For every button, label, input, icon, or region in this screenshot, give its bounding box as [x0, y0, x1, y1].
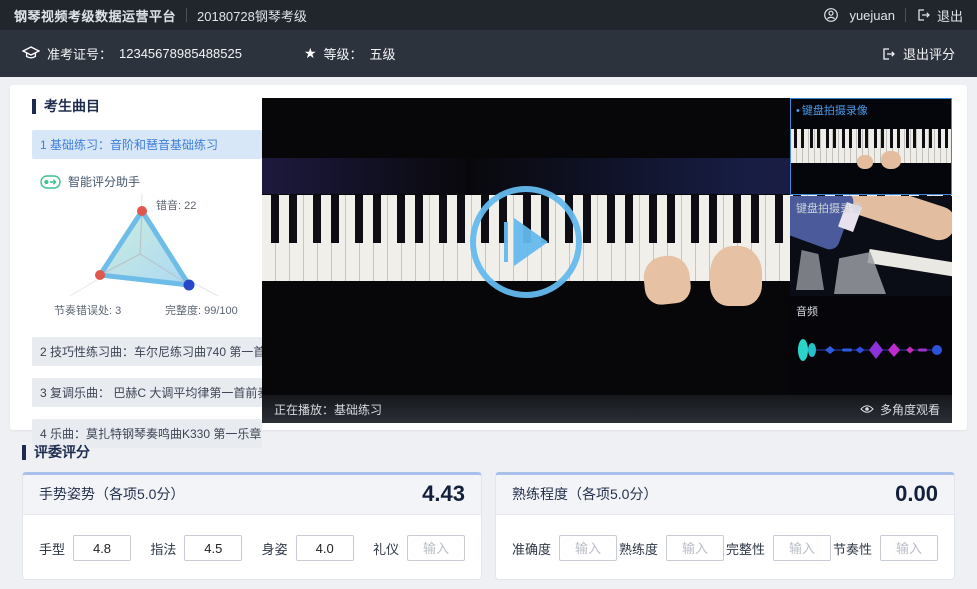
- judge-scoring-section: 评委评分 手势姿势（各项5.0分） 4.43 手型 指法 身姿: [22, 445, 955, 580]
- rhythm-input[interactable]: [880, 535, 938, 561]
- right-hand-graphic: [710, 246, 762, 306]
- level-value: 五级: [370, 44, 396, 63]
- play-button[interactable]: [470, 186, 582, 298]
- eye-icon: [860, 404, 874, 414]
- divider: [186, 8, 187, 22]
- user-icon: [823, 7, 839, 23]
- main-card: 考生曲目 1 基础练习：音阶和琶音基础练习 智能评分助手: [10, 85, 967, 430]
- radar-chart: 错音: 22 节奏错误处: 3 完整度: 99/100: [32, 192, 262, 325]
- assistant-label: 智能评分助手: [68, 173, 140, 190]
- top-navbar: 钢琴视频考级数据运营平台 20180728钢琴考级 yuejuan 退出: [0, 0, 977, 30]
- exit-scoring-icon: [881, 47, 896, 61]
- thumb-hand-graphic: [881, 151, 901, 169]
- assistant-toggle-icon: [40, 175, 61, 189]
- playlist-title: 考生曲目: [32, 99, 262, 114]
- playlist-item-3[interactable]: 3 复调乐曲： 巴赫C 大调平均律第一首前奏曲: [32, 378, 262, 407]
- card-title: 手势姿势（各项5.0分）: [39, 484, 184, 504]
- hand-shape-input[interactable]: [73, 535, 131, 561]
- username[interactable]: yuejuan: [849, 8, 895, 23]
- fingering-input[interactable]: [184, 535, 242, 561]
- proficiency-input[interactable]: [666, 535, 724, 561]
- thumb-hand-graphic: [857, 155, 873, 169]
- field-proficiency: 熟练度: [619, 535, 724, 561]
- admission-label: 准考证号：: [47, 44, 112, 63]
- field-etiquette: 礼仪: [373, 535, 465, 561]
- posture-input[interactable]: [296, 535, 354, 561]
- admission-number: 12345678985488525: [119, 46, 242, 61]
- smart-score-assistant[interactable]: 智能评分助手: [40, 173, 262, 190]
- radar-label-completeness: 完整度: 99/100: [165, 303, 238, 317]
- field-accuracy: 准确度: [512, 535, 617, 561]
- radar-dot-completeness: [184, 280, 195, 291]
- background-shape: [796, 250, 824, 290]
- divider: [905, 8, 906, 22]
- radar-area: [100, 211, 189, 285]
- audio-label: 音频: [796, 303, 818, 319]
- field-posture: 身姿: [262, 535, 354, 561]
- etiquette-input[interactable]: [407, 535, 465, 561]
- field-fingering: 指法: [150, 535, 242, 561]
- video-status-bar: 正在播放：基础练习 多角度观看: [262, 395, 952, 423]
- playlist-item-1[interactable]: 1 基础练习：音阶和琶音基础练习: [32, 130, 262, 159]
- level-label: 等级：: [324, 44, 363, 63]
- radar-dot-rhythm: [95, 270, 105, 280]
- thumbnail-1-label: •键盘拍摄录像: [796, 102, 868, 118]
- exit-scoring-label: 退出评分: [903, 44, 955, 63]
- field-hand-shape: 手型: [39, 535, 131, 561]
- session-title: 20180728钢琴考级: [197, 6, 307, 25]
- radar-dot-wrong-notes: [137, 206, 147, 216]
- exit-scoring-button[interactable]: 退出评分: [881, 44, 955, 63]
- card-title: 熟练程度（各项5.0分）: [512, 484, 657, 504]
- exam-info-bar: 准考证号： 12345678985488525 ★ 等级： 五级 退出评分: [0, 30, 977, 77]
- logout-button[interactable]: 退出: [916, 6, 963, 25]
- keyboard-edge-graphic: [867, 249, 952, 277]
- app-title: 钢琴视频考级数据运营平台: [14, 6, 176, 25]
- radar-label-wrong-notes: 错音: 22: [156, 198, 196, 212]
- field-completeness: 完整性: [726, 535, 831, 561]
- completeness-input[interactable]: [773, 535, 831, 561]
- logout-icon: [916, 8, 931, 22]
- audio-waveform: [790, 333, 952, 367]
- logout-label: 退出: [937, 6, 963, 25]
- score-card-proficiency: 熟练程度（各项5.0分） 0.00 准确度 熟练度 完整性 节奏性: [495, 472, 955, 580]
- audio-track-section[interactable]: 音频: [790, 297, 952, 395]
- multi-angle-label: 多角度观看: [880, 401, 940, 418]
- card-total-score: 0.00: [895, 481, 938, 507]
- playlist-item-2[interactable]: 2 技巧性练习曲：车尔尼练习曲740 第一首: [32, 337, 262, 366]
- radar-label-rhythm: 节奏错误处: 3: [54, 303, 121, 317]
- score-card-gesture: 手势姿势（各项5.0分） 4.43 手型 指法 身姿 礼仪: [22, 472, 482, 580]
- thumbnail-keyboard-cam-1[interactable]: •键盘拍摄录像: [790, 98, 952, 195]
- accuracy-input[interactable]: [559, 535, 617, 561]
- multi-angle-thumbnails: •键盘拍摄录像 键盘拍摄录像 音频: [790, 98, 952, 395]
- field-rhythm: 节奏性: [833, 535, 938, 561]
- now-playing-label: 正在播放：基础练习: [274, 401, 382, 418]
- scoring-title: 评委评分: [22, 445, 955, 460]
- card-total-score: 4.43: [422, 481, 465, 507]
- candidate-playlist: 考生曲目 1 基础练习：音阶和琶音基础练习 智能评分助手: [32, 99, 262, 448]
- graduation-cap-icon: [22, 46, 40, 61]
- play-icon: [504, 222, 508, 262]
- multi-angle-button[interactable]: 多角度观看: [860, 401, 940, 418]
- video-player[interactable]: •键盘拍摄录像 键盘拍摄录像 音频: [262, 98, 952, 423]
- thumbnail-2-label: 键盘拍摄录像: [796, 200, 862, 216]
- thumbnail-keyboard-cam-2[interactable]: 键盘拍摄录像: [790, 196, 952, 296]
- star-icon: ★: [304, 45, 317, 62]
- active-dot: •: [796, 105, 800, 117]
